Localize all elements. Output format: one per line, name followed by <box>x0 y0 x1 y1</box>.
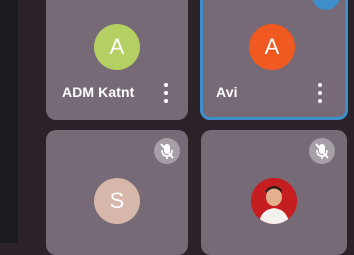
participant-avatar: S <box>94 178 140 224</box>
mic-off-icon <box>154 138 180 164</box>
participant-avatar: A <box>94 24 140 70</box>
participant-tile[interactable]: A ADM Katnt <box>46 0 188 120</box>
mic-off-icon <box>309 138 335 164</box>
participant-tile[interactable] <box>201 130 347 255</box>
participant-name: ADM Katnt <box>62 84 135 100</box>
participant-avatar: A <box>249 24 295 70</box>
participant-tile[interactable]: S <box>46 130 188 255</box>
participant-tile-active-speaker[interactable]: A Avi <box>200 0 348 120</box>
participant-name: Avi <box>216 84 238 100</box>
participant-photo-avatar <box>251 178 297 224</box>
more-options-icon[interactable] <box>314 83 326 103</box>
more-options-icon[interactable] <box>160 83 172 103</box>
left-panel-edge <box>0 0 18 243</box>
